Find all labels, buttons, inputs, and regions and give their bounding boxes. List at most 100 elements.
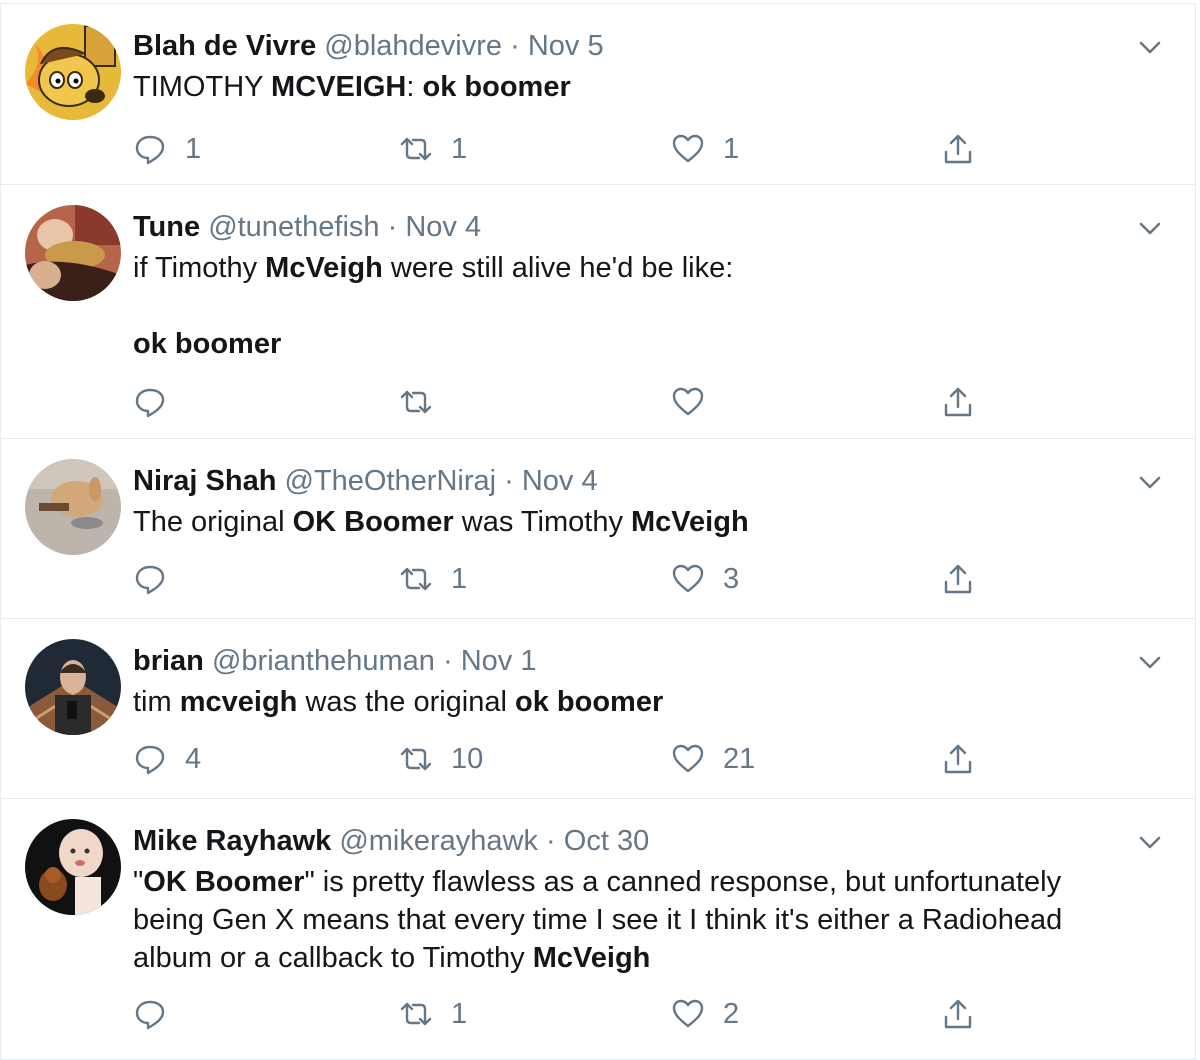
separator-dot: · [504,465,514,497]
share-button[interactable] [941,737,975,781]
like-button[interactable]: 1 [671,127,739,171]
avatar[interactable] [25,205,121,301]
tweet-text: tim mcveigh was the original ok boomer [133,683,1143,721]
retweet-count: 1 [451,562,468,595]
share-button[interactable] [941,380,975,424]
retweet-icon [400,390,432,414]
share-icon [944,387,972,417]
text-segment: was Timothy [453,506,632,538]
reply-button[interactable] [133,380,185,424]
reply-icon [135,388,165,418]
like-button[interactable]: 3 [671,557,739,601]
reply-button[interactable]: 4 [133,737,201,781]
reply-icon [135,1000,165,1030]
tweet[interactable]: Blah de Vivre @blahdevivre · Nov 5 TIMOT… [0,3,1196,184]
chevron-down-icon[interactable] [1135,827,1165,857]
author-handle[interactable]: @tunethefish [208,211,379,243]
tweet-actions: 1 2 [133,992,993,1036]
reply-button[interactable]: 1 [133,127,201,171]
text-segment: tim [133,686,180,718]
like-button[interactable]: 21 [671,737,755,781]
share-button[interactable] [941,127,975,171]
tweet-text: if Timothy McVeigh were still alive he'd… [133,249,1143,363]
retweet-icon [400,1002,432,1026]
share-icon [944,999,972,1029]
chevron-down-icon[interactable] [1135,213,1165,243]
reply-count: 1 [185,132,202,165]
author-handle[interactable]: @TheOtherNiraj [285,465,497,497]
separator-dot: · [442,645,453,677]
highlighted-term: ok boomer [133,328,282,360]
tweet-header: brian @brianthehuman · Nov 1 [133,641,536,681]
tweet-date[interactable]: Nov 5 [528,30,604,62]
tweet-text-line: The original OK Boomer was Timothy McVei… [133,503,1143,541]
author-name[interactable]: Tune [133,211,200,243]
author-name[interactable]: Mike Rayhawk [133,825,331,857]
text-segment: TIMOTHY [133,71,272,103]
share-button[interactable] [941,992,975,1036]
highlighted-term: ok boomer [515,686,664,718]
retweet-button[interactable] [399,380,451,424]
tweet[interactable]: Niraj Shah @TheOtherNiraj · Nov 4 The or… [0,438,1196,618]
avatar[interactable] [25,24,121,120]
tweet[interactable]: brian @brianthehuman · Nov 1 tim mcveigh… [0,618,1196,798]
tweet-text: TIMOTHY MCVEIGH: ok boomer [133,68,1143,106]
like-icon [672,564,704,593]
tweet-date[interactable]: Oct 30 [564,825,649,857]
tweet-text: "OK Boomer" is pretty flawless as a cann… [133,863,1143,977]
separator-dot: · [387,211,398,243]
highlighted-term: McVeigh [265,252,383,284]
tweet-date[interactable]: Nov 4 [522,465,598,497]
tweet-text-line: tim mcveigh was the original ok boomer [133,683,1143,721]
highlighted-term: McVeigh [532,942,651,974]
avatar[interactable] [25,459,121,555]
retweet-count: 1 [451,132,468,165]
chevron-down-icon[interactable] [1135,32,1165,62]
reply-button[interactable] [133,992,185,1036]
tweet[interactable]: Tune @tunethefish · Nov 4 if Timothy McV… [0,184,1196,438]
like-button[interactable] [671,380,723,424]
highlighted-term: OK Boomer [292,506,454,538]
chevron-down-icon[interactable] [1135,647,1165,677]
tweet[interactable]: Mike Rayhawk @mikerayhawk · Oct 30 "OK B… [0,798,1196,1060]
text-segment: was the original [297,686,516,718]
avatar[interactable] [25,819,121,915]
like-count: 3 [723,562,740,595]
highlighted-term: McVeigh [631,506,749,538]
author-name[interactable]: Blah de Vivre [133,30,316,62]
author-handle[interactable]: @mikerayhawk [339,825,538,857]
separator-dot: · [510,30,520,62]
tweet-text-line: album or a callback to Timothy McVeigh [133,939,1143,977]
text-segment: : [406,71,423,103]
author-handle[interactable]: @brianthehuman [212,645,435,677]
retweet-count: 10 [451,742,484,775]
tweet-text-line: ok boomer [133,325,1143,363]
highlighted-term: mcveigh [179,686,298,718]
tweet-text-line: being Gen X means that every time I see … [133,901,1143,939]
tweet-header: Blah de Vivre @blahdevivre · Nov 5 [133,26,604,66]
like-button[interactable]: 2 [671,992,739,1036]
author-name[interactable]: brian [133,645,204,677]
retweet-button[interactable]: 1 [399,992,467,1036]
author-name[interactable]: Niraj Shah [133,465,276,497]
highlighted-term: ok boomer [422,71,571,103]
author-handle[interactable]: @blahdevivre [324,30,502,62]
avatar[interactable] [25,639,121,735]
tweet-actions: 4 10 21 [133,737,993,781]
retweet-button[interactable]: 1 [399,127,467,171]
chevron-down-icon[interactable] [1135,467,1165,497]
tweet-date[interactable]: Nov 1 [461,645,537,677]
retweet-icon [400,137,432,161]
retweet-button[interactable]: 10 [399,737,483,781]
tweet-header: Niraj Shah @TheOtherNiraj · Nov 4 [133,461,598,501]
reply-count: 4 [185,742,202,775]
tweet-actions: 1 1 1 [133,127,993,171]
like-icon [672,744,704,773]
retweet-button[interactable]: 1 [399,557,467,601]
like-count: 1 [723,132,740,165]
reply-button[interactable] [133,557,185,601]
tweet-text-line: "OK Boomer" is pretty flawless as a cann… [133,863,1143,901]
tweet-date[interactable]: Nov 4 [405,211,481,243]
share-button[interactable] [941,557,975,601]
tweet-feed: Blah de Vivre @blahdevivre · Nov 5 TIMOT… [0,0,1200,1060]
